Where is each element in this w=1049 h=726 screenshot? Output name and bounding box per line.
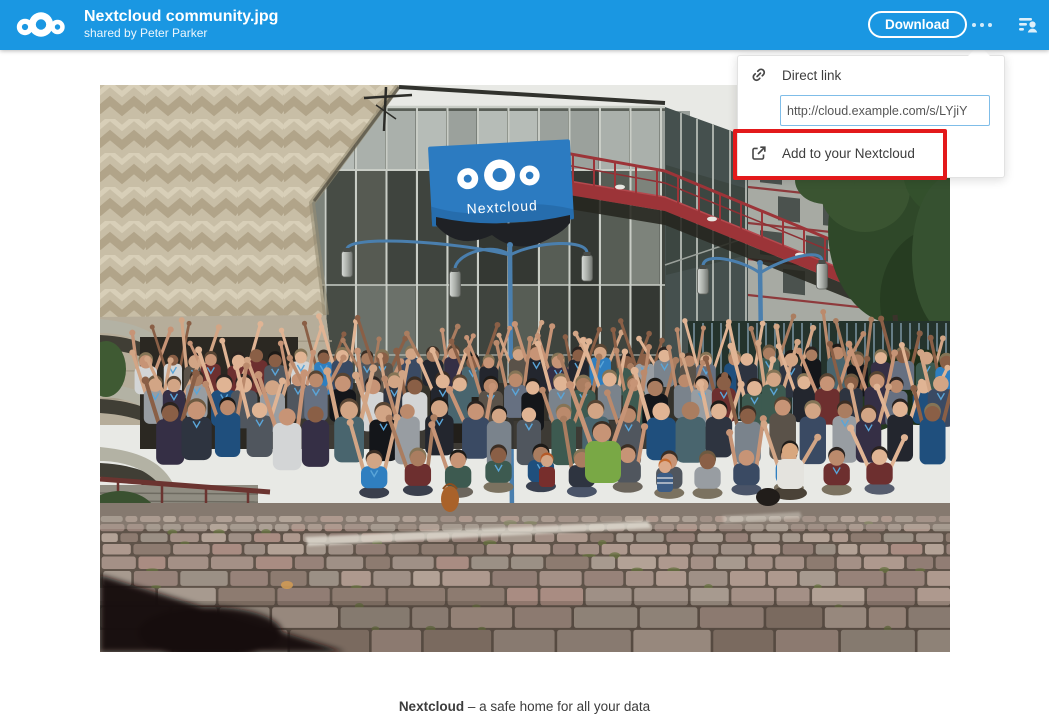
add-to-nextcloud-label: Add to your Nextcloud [782, 146, 915, 161]
page-title: Nextcloud community.jpg [84, 7, 278, 26]
share-options-popover: Direct link Add to your Nextcloud [737, 55, 1005, 178]
details-sidebar-icon [1016, 12, 1040, 36]
footer-tagline: Nextcloud – a safe home for all your dat… [0, 699, 1049, 714]
footer-slogan: – a safe home for all your data [464, 699, 650, 714]
menu-item-direct-link[interactable]: Direct link [738, 56, 1004, 94]
public-share-page: Nextcloud community.jpg shared by Peter … [0, 0, 1049, 726]
more-menu-button[interactable] [966, 13, 998, 37]
footer-brand: Nextcloud [399, 699, 464, 714]
direct-link-url-input[interactable] [780, 95, 990, 126]
sidebar-toggle-button[interactable] [1014, 12, 1042, 38]
page-subtitle: shared by Peter Parker [84, 26, 278, 41]
header-bar: Nextcloud community.jpg shared by Peter … [0, 0, 1049, 50]
nextcloud-logo [12, 8, 70, 42]
link-icon [751, 67, 767, 83]
direct-link-row [738, 94, 1004, 134]
direct-link-label: Direct link [782, 68, 841, 83]
menu-item-add-to-nextcloud[interactable]: Add to your Nextcloud [738, 134, 1004, 172]
external-link-icon [751, 145, 767, 161]
download-button[interactable]: Download [868, 11, 967, 38]
